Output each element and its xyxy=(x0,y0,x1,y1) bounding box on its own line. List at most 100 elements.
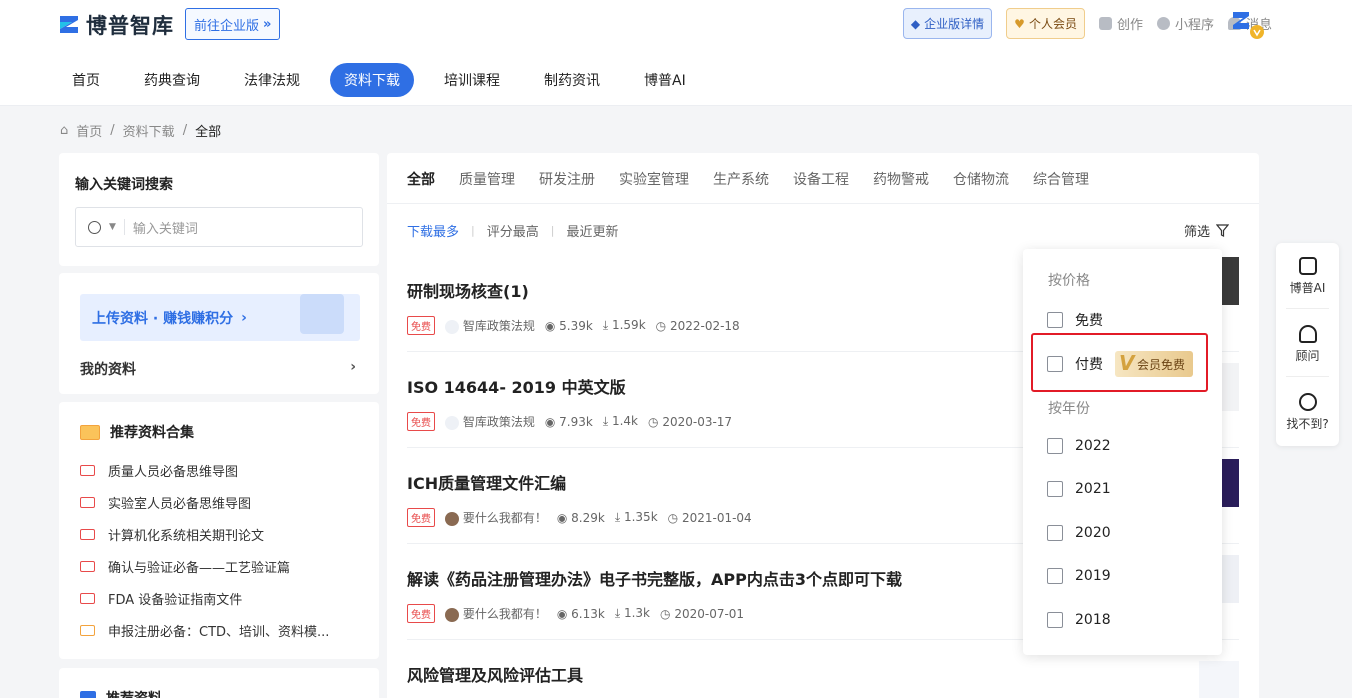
user-avatar[interactable] xyxy=(1230,10,1266,40)
vip-badge-icon: ♥ xyxy=(1014,16,1025,31)
free-checkbox[interactable] xyxy=(1047,312,1063,328)
sort-most-downloaded[interactable]: 下载最多 xyxy=(407,221,459,240)
filter-option-free[interactable]: 免费 xyxy=(1047,310,1103,330)
author-group[interactable]: 要什么我都有！ xyxy=(445,509,547,526)
year-label: 2022 xyxy=(1075,438,1111,454)
breadcrumb-current: 全部 xyxy=(195,125,222,140)
folder-icon xyxy=(80,496,95,508)
nav-item-ai[interactable]: 博普AI xyxy=(630,63,700,97)
nav-item-home[interactable]: 首页 xyxy=(58,63,114,97)
side-ai-button[interactable]: 博普AI xyxy=(1276,257,1339,296)
year-checkbox[interactable] xyxy=(1047,568,1063,584)
sort-top-rated[interactable]: 评分最高 xyxy=(487,221,539,240)
nav-item-downloads[interactable]: 资料下载 xyxy=(330,63,414,97)
tab-quality[interactable]: 质量管理 xyxy=(459,169,515,189)
folder-icon xyxy=(80,464,95,476)
list-item[interactable]: 确认与验证必备——工艺验证篇 xyxy=(80,550,358,582)
chevron-down-icon[interactable]: ▼ xyxy=(109,222,116,232)
price-section-title: 按价格 xyxy=(1048,273,1090,289)
tab-general[interactable]: 综合管理 xyxy=(1033,169,1089,189)
sort-separator: | xyxy=(550,224,555,237)
author-name: 智库政策法规 xyxy=(462,319,535,333)
year-checkbox[interactable] xyxy=(1047,612,1063,628)
recommend-list: 质量人员必备思维导图 实验室人员必备思维导图 计算机化系统相关期刊论文 确认与验… xyxy=(80,454,358,646)
my-resources-label: 我的资料 xyxy=(80,362,136,378)
list-item[interactable]: 申报注册必备：CTD、培训、资料模... xyxy=(80,614,358,646)
author-group[interactable]: 要什么我都有！ xyxy=(445,605,547,622)
filter-option-year[interactable]: 2020 xyxy=(1047,525,1111,541)
nav-item-training[interactable]: 培训课程 xyxy=(430,63,514,97)
download-icon: ⤓ xyxy=(614,510,621,524)
filter-option-year[interactable]: 2022 xyxy=(1047,438,1111,454)
folder-icon xyxy=(80,424,100,440)
year-checkbox[interactable] xyxy=(1047,481,1063,497)
tab-pharmacovigilance[interactable]: 药物警戒 xyxy=(873,169,929,189)
date-group: ◷ 2022-02-18 xyxy=(656,319,740,333)
year-label: 2018 xyxy=(1075,612,1111,628)
resource-thumbnail[interactable] xyxy=(1199,661,1239,698)
recommend-title: 推荐资料合集 xyxy=(110,425,194,441)
date-value: 2022-02-18 xyxy=(669,318,740,333)
filter-option-year[interactable]: 2018 xyxy=(1047,612,1111,628)
year-checkbox[interactable] xyxy=(1047,525,1063,541)
nav-item-pharmacopoeia[interactable]: 药典查询 xyxy=(130,63,214,97)
clock-icon: ◷ xyxy=(648,414,659,429)
enterprise-link-button[interactable]: 前往企业版 » xyxy=(185,8,281,40)
site-logo[interactable]: 博普智库 xyxy=(58,10,174,40)
resource-item[interactable]: 风险管理及风险评估工具 xyxy=(407,662,1237,686)
folder-icon xyxy=(80,592,95,604)
search-card: 输入关键词搜索 ▼ 输入关键词 xyxy=(59,153,379,266)
tab-rd[interactable]: 研发注册 xyxy=(539,169,595,189)
personal-vip-button[interactable]: ♥ 个人会员 xyxy=(1006,8,1085,39)
views-group: ◉ 5.39k xyxy=(545,319,593,333)
folder-icon xyxy=(80,560,95,572)
download-icon: ⤓ xyxy=(602,414,609,428)
downloads-group: ⤓ 1.59k xyxy=(603,318,646,333)
author-group[interactable]: 智库政策法规 xyxy=(445,317,535,334)
tab-all[interactable]: 全部 xyxy=(407,169,435,189)
views-count: 5.39k xyxy=(559,318,593,333)
list-item[interactable]: 计算机化系统相关期刊论文 xyxy=(80,518,358,550)
free-tag: 免费 xyxy=(407,508,435,527)
folder-icon xyxy=(80,624,95,636)
list-item[interactable]: 质量人员必备思维导图 xyxy=(80,454,358,486)
filter-option-year[interactable]: 2019 xyxy=(1047,568,1111,584)
resource-title[interactable]: 风险管理及风险评估工具 xyxy=(407,662,1237,686)
recommend-header: 推荐资料合集 xyxy=(80,422,358,442)
my-resources-link[interactable]: 我的资料 › xyxy=(80,359,356,379)
list-item[interactable]: FDA 设备验证指南文件 xyxy=(80,582,358,614)
breadcrumb-downloads[interactable]: 资料下载 xyxy=(123,121,175,140)
tab-lab[interactable]: 实验室管理 xyxy=(619,169,689,189)
list-item-label: FDA 设备验证指南文件 xyxy=(108,592,243,608)
downloads-count: 1.3k xyxy=(623,606,651,620)
home-icon: ⌂ xyxy=(60,123,69,138)
nav-item-news[interactable]: 制药资讯 xyxy=(530,63,614,97)
enterprise-detail-button[interactable]: ◆ 企业版详情 xyxy=(902,8,993,39)
filter-option-year[interactable]: 2021 xyxy=(1047,481,1111,497)
year-checkbox[interactable] xyxy=(1047,438,1063,454)
side-advisor-button[interactable]: 顾问 xyxy=(1276,325,1339,364)
eye-icon: ◉ xyxy=(556,606,568,621)
side-ai-label: 博普AI xyxy=(1289,281,1326,295)
filter-button[interactable]: 筛选 xyxy=(1184,221,1229,240)
author-group[interactable]: 智库政策法规 xyxy=(445,413,535,430)
views-count: 6.13k xyxy=(571,606,605,621)
mini-program-link[interactable]: 小程序 xyxy=(1156,14,1214,33)
list-item[interactable]: 实验室人员必备思维导图 xyxy=(80,486,358,518)
nav-item-laws[interactable]: 法律法规 xyxy=(230,63,314,97)
downloads-count: 1.59k xyxy=(611,318,646,332)
side-notfound-button[interactable]: 找不到? xyxy=(1276,393,1339,432)
tab-production[interactable]: 生产系统 xyxy=(713,169,769,189)
create-link[interactable]: 创作 xyxy=(1098,14,1143,33)
year-section-title: 按年份 xyxy=(1048,401,1090,417)
ai-icon xyxy=(1298,257,1317,275)
tab-logistics[interactable]: 仓储物流 xyxy=(953,169,1009,189)
upload-button[interactable]: 上传资料 · 赚钱赚积分 › xyxy=(80,294,360,341)
breadcrumb-home[interactable]: 首页 xyxy=(76,121,102,140)
search-input[interactable]: ▼ 输入关键词 xyxy=(75,207,363,247)
date-group: ◷ 2020-07-01 xyxy=(660,607,744,621)
sort-latest[interactable]: 最近更新 xyxy=(566,221,618,240)
tab-equipment[interactable]: 设备工程 xyxy=(793,169,849,189)
side-advisor-label: 顾问 xyxy=(1295,349,1320,363)
mini-program-icon xyxy=(1156,17,1170,30)
